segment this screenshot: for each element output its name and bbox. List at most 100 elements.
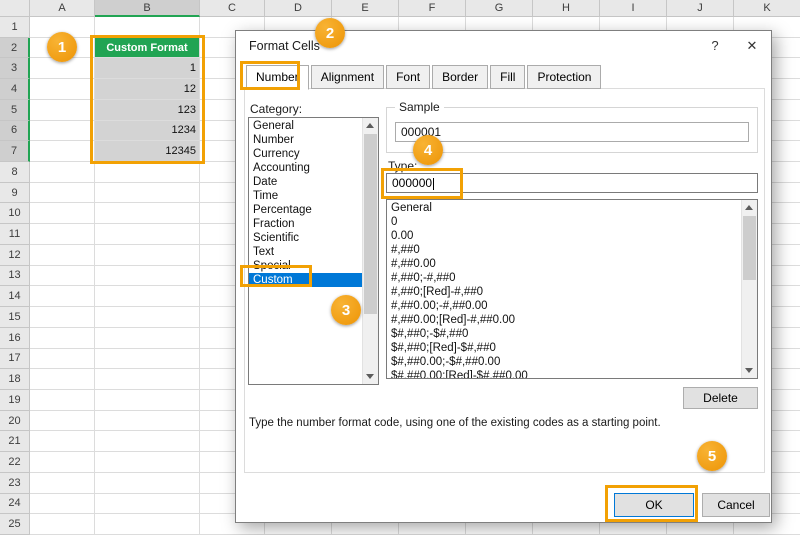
column-header-k[interactable]: K xyxy=(734,0,800,17)
cell-B10[interactable] xyxy=(95,203,200,224)
row-header-5[interactable]: 5 xyxy=(0,100,30,121)
column-header-b[interactable]: B xyxy=(95,0,200,17)
row-header-17[interactable]: 17 xyxy=(0,349,30,370)
tab-alignment[interactable]: Alignment xyxy=(311,65,384,89)
cell-A12[interactable] xyxy=(30,245,95,266)
column-header-c[interactable]: C xyxy=(200,0,265,17)
cell-A18[interactable] xyxy=(30,369,95,390)
tab-fill[interactable]: Fill xyxy=(490,65,525,89)
cell-B11[interactable] xyxy=(95,224,200,245)
cell-B13[interactable] xyxy=(95,266,200,287)
scrollbar-thumb[interactable] xyxy=(364,134,377,314)
cell-A19[interactable] xyxy=(30,390,95,411)
row-header-20[interactable]: 20 xyxy=(0,411,30,432)
format-code-item-7[interactable]: #,##0.00;-#,##0.00 xyxy=(387,299,741,313)
format-code-item-10[interactable]: $#,##0;[Red]-$#,##0 xyxy=(387,341,741,355)
cell-A14[interactable] xyxy=(30,286,95,307)
row-header-12[interactable]: 12 xyxy=(0,245,30,266)
cancel-button[interactable]: Cancel xyxy=(702,493,770,517)
cell-A8[interactable] xyxy=(30,162,95,183)
cell-B2[interactable]: Custom Format xyxy=(95,38,200,59)
tab-protection[interactable]: Protection xyxy=(527,65,601,89)
format-scrollbar[interactable] xyxy=(741,200,757,378)
cell-B16[interactable] xyxy=(95,328,200,349)
cell-A4[interactable] xyxy=(30,79,95,100)
format-code-item-0[interactable]: General xyxy=(387,201,741,215)
category-item-general[interactable]: General xyxy=(249,119,362,133)
cell-B23[interactable] xyxy=(95,473,200,494)
cell-B24[interactable] xyxy=(95,494,200,515)
cell-B5[interactable]: 123 xyxy=(95,100,200,121)
category-item-scientific[interactable]: Scientific xyxy=(249,231,362,245)
column-header-j[interactable]: J xyxy=(667,0,734,17)
tab-border[interactable]: Border xyxy=(432,65,488,89)
row-header-24[interactable]: 24 xyxy=(0,494,30,515)
row-header-3[interactable]: 3 xyxy=(0,58,30,79)
cell-B18[interactable] xyxy=(95,369,200,390)
tab-font[interactable]: Font xyxy=(386,65,430,89)
cell-A7[interactable] xyxy=(30,141,95,162)
category-item-currency[interactable]: Currency xyxy=(249,147,362,161)
row-header-10[interactable]: 10 xyxy=(0,203,30,224)
format-code-item-4[interactable]: #,##0.00 xyxy=(387,257,741,271)
column-header-i[interactable]: I xyxy=(600,0,667,17)
row-header-22[interactable]: 22 xyxy=(0,452,30,473)
row-header-19[interactable]: 19 xyxy=(0,390,30,411)
type-input[interactable]: 000000 xyxy=(386,173,758,193)
row-header-25[interactable]: 25 xyxy=(0,514,30,535)
column-header-e[interactable]: E xyxy=(332,0,399,17)
delete-button[interactable]: Delete xyxy=(683,387,758,409)
format-code-item-5[interactable]: #,##0;-#,##0 xyxy=(387,271,741,285)
cell-A11[interactable] xyxy=(30,224,95,245)
column-header-f[interactable]: F xyxy=(399,0,466,17)
cell-B25[interactable] xyxy=(95,514,200,535)
cell-B7[interactable]: 12345 xyxy=(95,141,200,162)
row-header-15[interactable]: 15 xyxy=(0,307,30,328)
cell-B20[interactable] xyxy=(95,411,200,432)
tab-number[interactable]: Number xyxy=(246,65,309,90)
cell-A20[interactable] xyxy=(30,411,95,432)
cell-B15[interactable] xyxy=(95,307,200,328)
cell-B19[interactable] xyxy=(95,390,200,411)
row-header-7[interactable]: 7 xyxy=(0,141,30,162)
ok-button[interactable]: OK xyxy=(614,493,694,517)
cell-B21[interactable] xyxy=(95,431,200,452)
row-header-2[interactable]: 2 xyxy=(0,38,30,59)
row-header-23[interactable]: 23 xyxy=(0,473,30,494)
scrollbar-thumb[interactable] xyxy=(743,216,756,280)
cell-A23[interactable] xyxy=(30,473,95,494)
format-code-item-8[interactable]: #,##0.00;[Red]-#,##0.00 xyxy=(387,313,741,327)
cell-A16[interactable] xyxy=(30,328,95,349)
cell-A25[interactable] xyxy=(30,514,95,535)
cell-A24[interactable] xyxy=(30,494,95,515)
category-item-custom[interactable]: Custom xyxy=(249,273,362,287)
cell-B14[interactable] xyxy=(95,286,200,307)
cell-B6[interactable]: 1234 xyxy=(95,121,200,142)
cell-A10[interactable] xyxy=(30,203,95,224)
format-code-item-1[interactable]: 0 xyxy=(387,215,741,229)
category-item-percentage[interactable]: Percentage xyxy=(249,203,362,217)
cell-B3[interactable]: 1 xyxy=(95,58,200,79)
row-header-9[interactable]: 9 xyxy=(0,183,30,204)
row-header-16[interactable]: 16 xyxy=(0,328,30,349)
category-item-accounting[interactable]: Accounting xyxy=(249,161,362,175)
row-header-11[interactable]: 11 xyxy=(0,224,30,245)
scroll-up-icon[interactable] xyxy=(363,118,378,133)
cell-A15[interactable] xyxy=(30,307,95,328)
column-header-d[interactable]: D xyxy=(265,0,332,17)
cell-B22[interactable] xyxy=(95,452,200,473)
cell-A21[interactable] xyxy=(30,431,95,452)
category-item-time[interactable]: Time xyxy=(249,189,362,203)
close-icon[interactable]: ✕ xyxy=(733,31,771,61)
format-code-item-9[interactable]: $#,##0;-$#,##0 xyxy=(387,327,741,341)
column-header-a[interactable]: A xyxy=(30,0,95,17)
cell-A17[interactable] xyxy=(30,349,95,370)
row-header-14[interactable]: 14 xyxy=(0,286,30,307)
cell-B8[interactable] xyxy=(95,162,200,183)
scroll-down-icon[interactable] xyxy=(363,369,378,384)
help-icon[interactable]: ? xyxy=(697,31,733,61)
cell-A22[interactable] xyxy=(30,452,95,473)
cell-B1[interactable] xyxy=(95,17,200,38)
scroll-up-icon[interactable] xyxy=(742,200,757,215)
cell-B9[interactable] xyxy=(95,183,200,204)
